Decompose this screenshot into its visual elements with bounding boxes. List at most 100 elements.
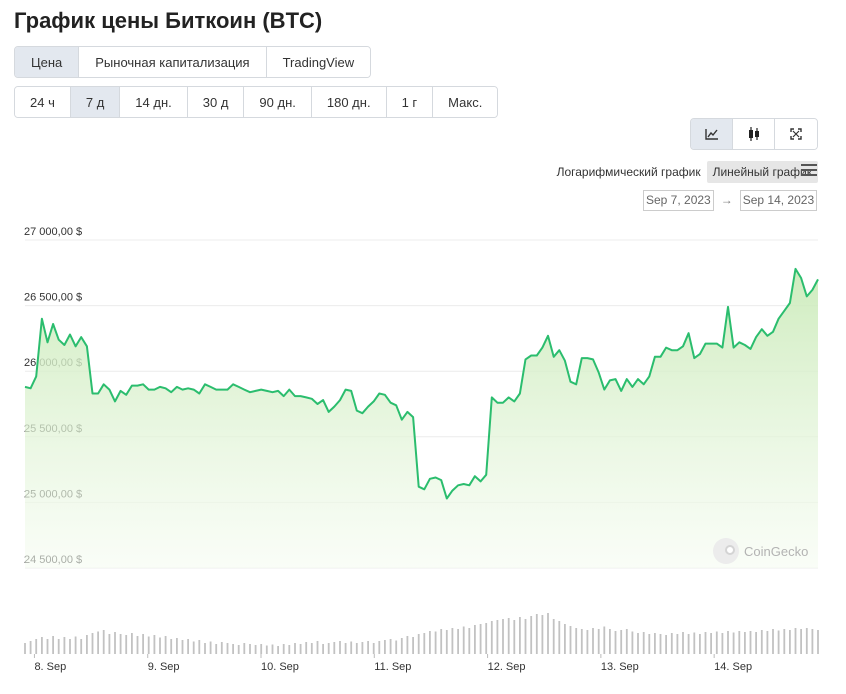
volume-bar — [367, 641, 369, 654]
volume-bar — [277, 646, 279, 654]
volume-bar — [580, 629, 583, 654]
volume-bar — [434, 631, 437, 654]
volume-bar — [350, 641, 353, 654]
candlestick-chart-button[interactable] — [733, 119, 775, 149]
volume-bar — [648, 634, 651, 654]
volume-bar — [760, 630, 763, 654]
volume-bar — [715, 631, 718, 654]
line-chart-button[interactable] — [691, 119, 733, 149]
volume-bar — [35, 639, 38, 654]
volume-bar — [609, 629, 611, 654]
volume-bar — [361, 642, 364, 654]
x-tick-label: 8. Sep — [34, 661, 66, 673]
range-30d-button[interactable]: 30 д — [187, 87, 245, 117]
volume-bar — [355, 643, 358, 654]
volume-bar — [215, 644, 218, 654]
volume-bar — [142, 634, 144, 654]
range-90d-button[interactable]: 90 дн. — [244, 87, 312, 117]
volume-bar — [727, 631, 729, 654]
volume-bar — [783, 629, 786, 654]
x-tick-label: 9. Sep — [148, 661, 180, 673]
scale-toggle: Логарифмический график Линейный график — [551, 160, 818, 184]
range-180d-button[interactable]: 180 дн. — [311, 87, 387, 117]
volume-bar — [282, 644, 285, 654]
volume-bar — [496, 620, 499, 654]
volume-bar — [378, 641, 381, 654]
volume-bar — [642, 632, 645, 654]
tab-tradingview[interactable]: TradingView — [266, 47, 371, 77]
volume-bar — [811, 629, 814, 654]
watermark-text: CoinGecko — [744, 543, 809, 559]
tab-price[interactable]: Цена — [15, 47, 80, 77]
range-7d-button[interactable]: 7 д — [70, 87, 121, 117]
volume-bar — [265, 645, 268, 654]
volume-bar — [614, 631, 617, 654]
volume-bar — [749, 631, 752, 654]
volume-bar — [395, 640, 398, 654]
range-max-button[interactable]: Макс. — [433, 87, 498, 117]
volume-bar — [682, 632, 684, 654]
volume-bar — [766, 631, 769, 654]
log-scale-option[interactable]: Логарифмический график — [551, 161, 707, 183]
volume-bar — [462, 626, 465, 654]
price-area-fill — [25, 268, 818, 568]
volume-bar — [620, 630, 623, 654]
volume-bar — [732, 632, 735, 654]
volume-bar — [738, 631, 741, 654]
volume-bar — [41, 637, 43, 654]
coingecko-logo-icon — [713, 538, 739, 564]
volume-bar — [710, 633, 712, 654]
volume-bar — [153, 635, 156, 654]
volume-bar — [693, 632, 696, 654]
volume-bar — [226, 643, 229, 654]
date-from-input[interactable]: Sep 7, 2023 — [643, 189, 714, 211]
volume-bar — [243, 643, 246, 654]
volume-bar — [119, 634, 122, 654]
volume-bar — [519, 617, 521, 654]
volume-bar — [670, 633, 673, 654]
x-tick-label: 13. Sep — [601, 661, 639, 673]
volume-bar — [558, 621, 561, 654]
volume-bar — [451, 628, 454, 654]
volume-bar — [86, 635, 88, 654]
volume-bar — [507, 618, 510, 654]
volume-bar — [344, 643, 347, 654]
date-to-input[interactable]: Sep 14, 2023 — [739, 189, 818, 211]
volume-bar — [294, 643, 296, 654]
volume-bar — [625, 629, 628, 654]
volume-bar — [108, 634, 111, 654]
volume-bar — [232, 644, 234, 654]
fullscreen-button[interactable] — [775, 119, 817, 149]
volume-bar — [384, 640, 386, 654]
volume-bar — [485, 623, 488, 654]
volume-bar — [400, 638, 403, 654]
chart-mode-tabs: Цена Рыночная капитализация TradingView — [14, 46, 372, 78]
chart-menu-icon[interactable] — [801, 164, 817, 179]
volume-bar — [800, 629, 802, 654]
y-tick-label: 26 500,00 $ — [24, 292, 82, 304]
volume-bar — [440, 629, 443, 654]
tab-market-cap[interactable]: Рыночная капитализация — [79, 47, 267, 77]
volume-bar — [502, 619, 504, 654]
volume-bar — [187, 639, 189, 654]
volume-bar — [412, 637, 414, 654]
volume-bar — [789, 630, 791, 654]
volume-bar — [46, 639, 49, 654]
range-24h-button[interactable]: 24 ч — [15, 87, 71, 117]
volume-bar — [721, 633, 724, 654]
volume-bar — [805, 628, 808, 654]
range-1y-button[interactable]: 1 г — [386, 87, 434, 117]
volume-bar — [474, 625, 476, 654]
volume-bar — [260, 644, 263, 654]
volume-bar — [687, 634, 690, 654]
volume-bar — [57, 639, 60, 654]
range-14d-button[interactable]: 14 дн. — [120, 87, 188, 117]
volume-bar — [136, 636, 139, 654]
volume-bar — [164, 636, 167, 654]
volume-bar — [552, 619, 555, 654]
volume-bar — [316, 641, 319, 654]
volume-bar — [637, 633, 639, 654]
volume-bar — [322, 644, 324, 654]
volume-bar — [198, 640, 201, 654]
volume-bar — [372, 643, 375, 654]
